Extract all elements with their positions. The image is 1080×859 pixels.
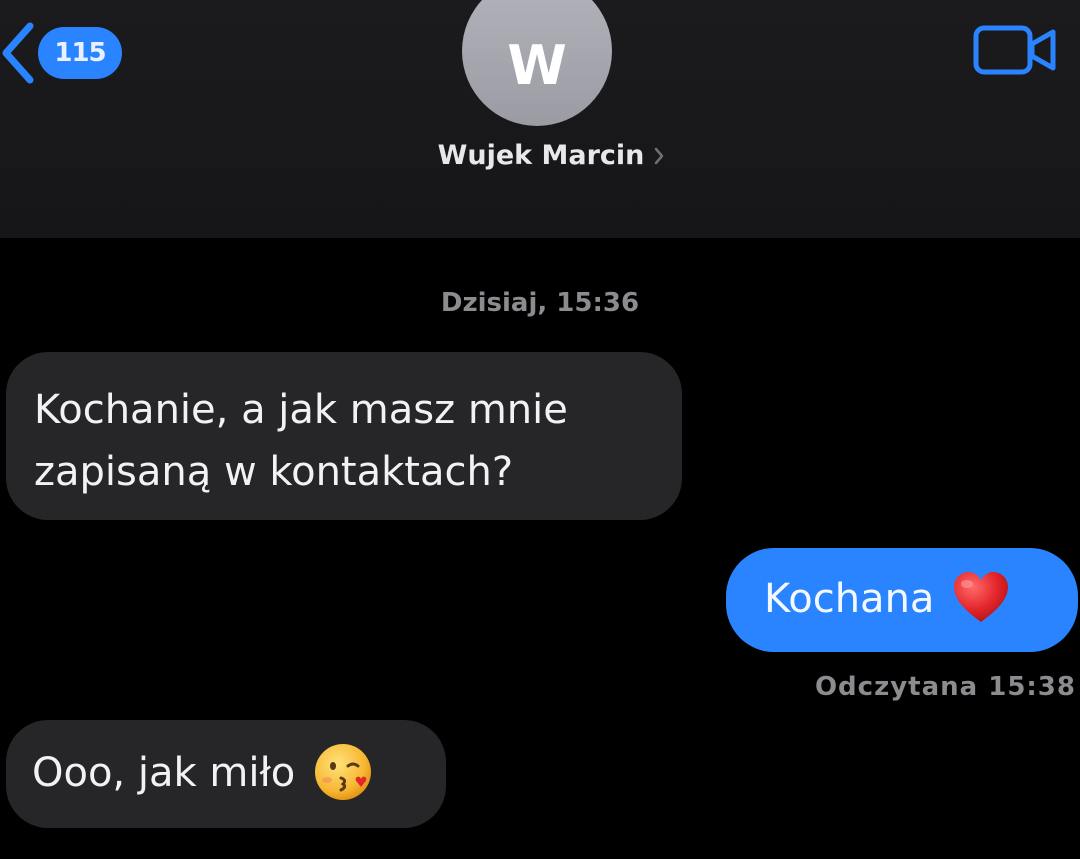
- incoming-message-bubble[interactable]: Ooo, jak miło: [6, 720, 446, 828]
- message-line: zapisaną w kontaktach?: [34, 449, 514, 495]
- chevron-right-icon: [655, 147, 664, 164]
- video-call-icon[interactable]: [973, 22, 1059, 78]
- contact-name: Wujek Marcin: [437, 140, 645, 171]
- contact-avatar[interactable]: W: [462, 0, 612, 126]
- read-receipt: Odczytana 15:38: [814, 672, 1076, 702]
- unread-count-badge: 115: [38, 27, 122, 79]
- messages-screen: 115 W Wujek Marcin Dzisiaj, 15:36 Kochan…: [0, 0, 1080, 859]
- outgoing-message-bubble[interactable]: Kochana: [726, 548, 1078, 652]
- chevron-left-icon: [2, 22, 34, 84]
- incoming-message-bubble[interactable]: Kochanie, a jak masz mnie zapisaną w kon…: [6, 352, 682, 520]
- red-heart-icon: [954, 572, 1009, 622]
- kissing-face-icon: [315, 744, 372, 800]
- message-line: Kochanie, a jak masz mnie: [34, 387, 568, 433]
- message-text: Ooo, jak miło: [32, 750, 296, 796]
- message-text: Kochana: [764, 576, 935, 622]
- back-button[interactable]: 115: [0, 18, 122, 88]
- conversation-timestamp: Dzisiaj, 15:36: [440, 288, 640, 318]
- contact-name-button[interactable]: Wujek Marcin: [0, 140, 1080, 171]
- conversation-header: 115 W Wujek Marcin: [0, 0, 1080, 238]
